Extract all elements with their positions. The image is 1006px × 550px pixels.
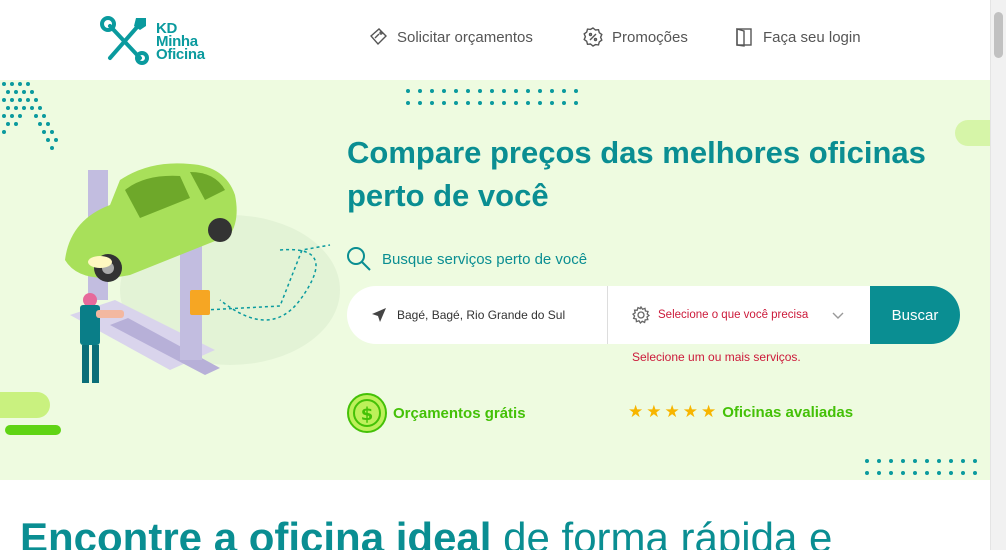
site-logo[interactable]: KD Minha Oficina xyxy=(100,16,220,66)
chevron-down-icon[interactable] xyxy=(831,308,845,322)
search-divider xyxy=(607,286,608,344)
nav-promocoes[interactable]: Promoções xyxy=(583,27,688,47)
service-select[interactable]: Selecione o que você precisa xyxy=(632,286,808,344)
magnifier-search-icon xyxy=(347,247,371,271)
door-login-icon xyxy=(736,28,752,47)
decorative-pill xyxy=(0,392,50,418)
search-label: Busque serviços perto de você xyxy=(382,251,588,268)
decorative-dots-icon xyxy=(2,82,58,150)
decorative-dots-icon xyxy=(406,89,578,105)
heading-light: de forma rápida e xyxy=(503,514,833,550)
service-error-message: Selecione um ou mais serviços. xyxy=(632,350,801,364)
dollar-coin-icon: $ xyxy=(347,393,387,433)
gear-icon xyxy=(632,306,650,324)
search-button[interactable]: Buscar xyxy=(870,286,960,344)
section-heading: Encontre a oficina ideal de forma rápida… xyxy=(20,513,832,550)
location-value: Bagé, Bagé, Rio Grande do Sul xyxy=(397,308,566,322)
wrench-screwdriver-logo-icon xyxy=(100,16,149,65)
nav-login[interactable]: Faça seu login xyxy=(734,27,861,47)
ticket-icon xyxy=(370,28,387,46)
hero-title: Compare preços das melhores oficinas per… xyxy=(347,135,926,213)
nav-label: Promoções xyxy=(612,28,688,46)
feature-label: Oficinas avaliadas xyxy=(722,403,854,421)
search-bar: Bagé, Bagé, Rio Grande do Sul Selecione … xyxy=(347,286,960,344)
car-lift-mechanic-illustration-icon xyxy=(65,163,340,383)
percent-badge-icon xyxy=(583,27,603,47)
logo-text: KD Minha Oficina xyxy=(156,21,205,63)
feature-label: Orçamentos grátis xyxy=(393,404,526,422)
stars-icon: ★★★★★ xyxy=(628,402,720,421)
service-placeholder: Selecione o que você precisa xyxy=(658,309,809,321)
scrollbar-thumb[interactable] xyxy=(994,12,1003,58)
location-input[interactable]: Bagé, Bagé, Rio Grande do Sul xyxy=(371,286,565,344)
logo-line-3: Oficina xyxy=(156,45,205,63)
hero-section: Compare preços das melhores oficinas per… xyxy=(0,80,990,480)
feature-free-quotes: $ Orçamentos grátis xyxy=(347,393,526,433)
decorative-pill xyxy=(5,425,61,435)
nav-solicitar-orcamentos[interactable]: Solicitar orçamentos xyxy=(368,27,533,47)
decorative-dots-icon xyxy=(865,459,977,475)
location-arrow-icon xyxy=(372,308,386,322)
feature-rated-workshops: ★★★★★ Oficinas avaliadas xyxy=(628,402,853,422)
heading-bold: Encontre a oficina ideal xyxy=(20,514,492,550)
site-header: KD Minha Oficina Solicitar orçamentos Pr… xyxy=(0,0,990,80)
nav-label: Solicitar orçamentos xyxy=(397,28,533,46)
page-scrollbar[interactable] xyxy=(990,0,1006,550)
svg-text:$: $ xyxy=(361,404,374,425)
nav-label: Faça seu login xyxy=(763,28,861,46)
